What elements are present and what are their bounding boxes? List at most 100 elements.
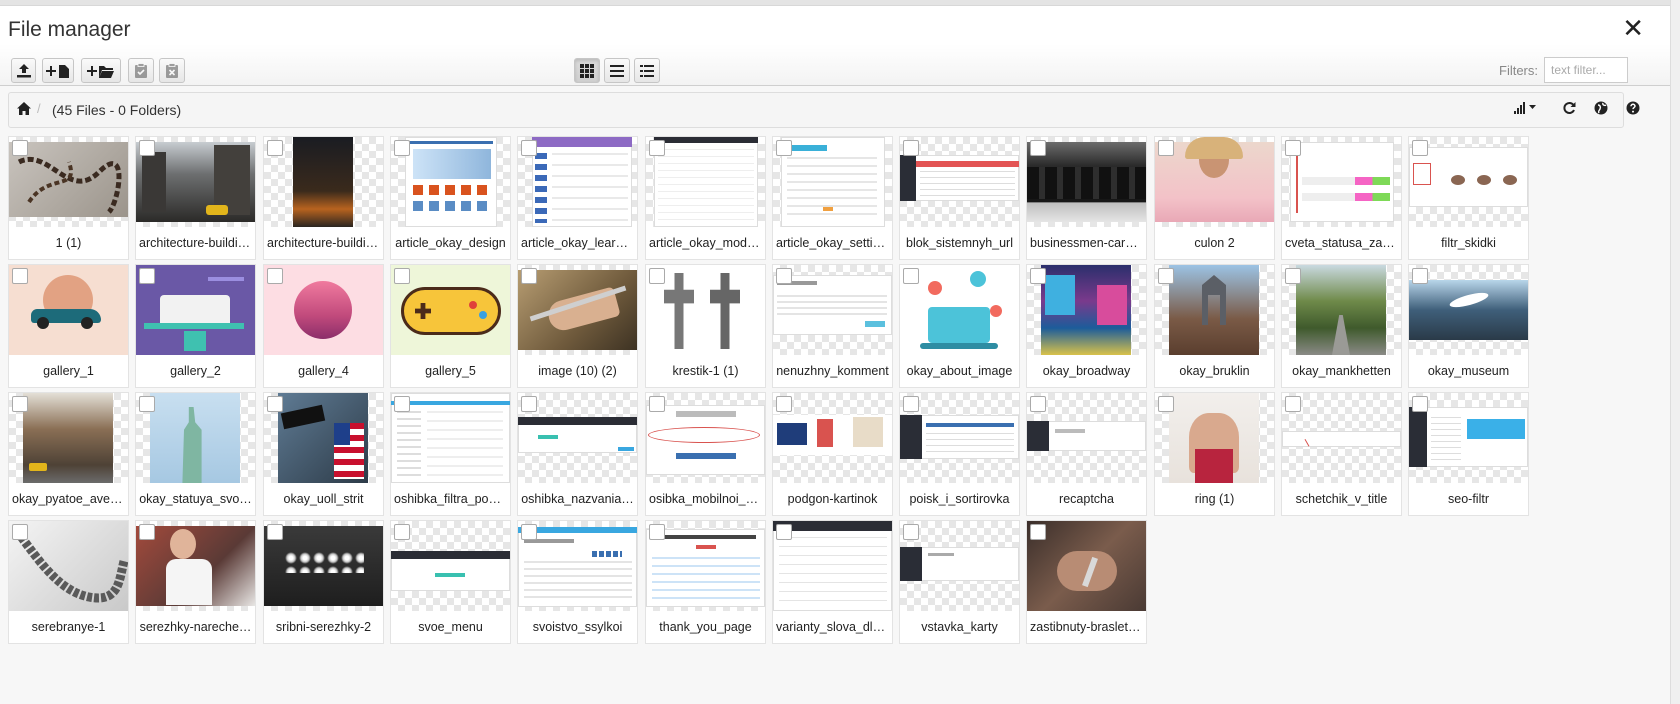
select-checkbox[interactable] — [267, 396, 283, 412]
file-item[interactable]: ring (1) — [1154, 392, 1275, 516]
file-item[interactable]: okay_bruklin — [1154, 264, 1275, 388]
file-item[interactable]: oshibka_filtra_po_… — [390, 392, 511, 516]
select-checkbox[interactable] — [394, 268, 410, 284]
select-checkbox[interactable] — [521, 396, 537, 412]
file-item[interactable]: culon 2 — [1154, 136, 1275, 260]
file-item[interactable]: okay_broadway — [1026, 264, 1147, 388]
scrollbar[interactable] — [1670, 0, 1680, 704]
file-item[interactable]: sribni-serezhky-2 — [263, 520, 384, 644]
file-item[interactable]: okay_mankhetten — [1281, 264, 1402, 388]
file-item[interactable]: vstavka_karty — [899, 520, 1020, 644]
file-item[interactable]: krestik-1 (1) — [645, 264, 766, 388]
select-checkbox[interactable] — [776, 524, 792, 540]
file-item[interactable]: cveta_statusa_zak… — [1281, 136, 1402, 260]
columns-view-button[interactable] — [634, 58, 660, 83]
select-checkbox[interactable] — [1285, 396, 1301, 412]
select-checkbox[interactable] — [12, 524, 28, 540]
file-item[interactable]: okay_statuya_svo… — [135, 392, 256, 516]
file-item[interactable]: podgon-kartinok — [772, 392, 893, 516]
file-item[interactable]: osibka_mobilnoi_k… — [645, 392, 766, 516]
select-checkbox[interactable] — [12, 140, 28, 156]
file-item[interactable]: gallery_5 — [390, 264, 511, 388]
upload-button[interactable] — [11, 58, 36, 83]
select-checkbox[interactable] — [394, 140, 410, 156]
new-file-button[interactable] — [42, 58, 74, 83]
filter-input[interactable] — [1544, 57, 1628, 83]
select-checkbox[interactable] — [1412, 268, 1428, 284]
select-checkbox[interactable] — [12, 268, 28, 284]
file-item[interactable]: serebranye-1 — [8, 520, 129, 644]
select-checkbox[interactable] — [1285, 268, 1301, 284]
select-checkbox[interactable] — [521, 524, 537, 540]
select-checkbox[interactable] — [649, 268, 665, 284]
file-item[interactable]: okay_pyatoe_avenyu — [8, 392, 129, 516]
select-checkbox[interactable] — [1030, 140, 1046, 156]
file-item[interactable]: 1 (1) — [8, 136, 129, 260]
file-item[interactable]: zastibnuty-braslet-… — [1026, 520, 1147, 644]
select-checkbox[interactable] — [903, 268, 919, 284]
file-item[interactable]: image (10) (2) — [517, 264, 638, 388]
file-item[interactable]: svoe_menu — [390, 520, 511, 644]
clear-clipboard-button[interactable] — [159, 58, 185, 83]
file-item[interactable]: gallery_4 — [263, 264, 384, 388]
file-item[interactable]: okay_about_image — [899, 264, 1020, 388]
select-checkbox[interactable] — [903, 140, 919, 156]
select-checkbox[interactable] — [267, 268, 283, 284]
sort-button[interactable] — [1514, 101, 1538, 120]
select-checkbox[interactable] — [776, 140, 792, 156]
refresh-button[interactable] — [1562, 101, 1576, 120]
file-item[interactable]: nenuzhny_komment — [772, 264, 893, 388]
select-checkbox[interactable] — [903, 524, 919, 540]
select-checkbox[interactable] — [1285, 140, 1301, 156]
file-item[interactable]: filtr_skidki — [1408, 136, 1529, 260]
file-item[interactable]: article_okay_learni… — [517, 136, 638, 260]
file-item[interactable]: architecture-buildin… — [135, 136, 256, 260]
select-checkbox[interactable] — [12, 396, 28, 412]
select-checkbox[interactable] — [139, 140, 155, 156]
file-item[interactable]: architecture-buildin… — [263, 136, 384, 260]
select-checkbox[interactable] — [139, 268, 155, 284]
select-checkbox[interactable] — [139, 524, 155, 540]
file-item[interactable]: businessmen-care… — [1026, 136, 1147, 260]
file-item[interactable]: poisk_i_sortirovka — [899, 392, 1020, 516]
select-checkbox[interactable] — [776, 396, 792, 412]
select-checkbox[interactable] — [1412, 140, 1428, 156]
select-checkbox[interactable] — [521, 268, 537, 284]
select-checkbox[interactable] — [267, 140, 283, 156]
file-item[interactable]: article_okay_module — [645, 136, 766, 260]
file-item[interactable]: okay_uoll_strit — [263, 392, 384, 516]
file-item[interactable]: article_okay_design — [390, 136, 511, 260]
file-item[interactable]: gallery_1 — [8, 264, 129, 388]
select-checkbox[interactable] — [1158, 268, 1174, 284]
select-checkbox[interactable] — [649, 140, 665, 156]
select-checkbox[interactable] — [1412, 396, 1428, 412]
language-button[interactable] — [1594, 101, 1608, 120]
select-checkbox[interactable] — [394, 396, 410, 412]
file-item[interactable]: serezhky-nareche… — [135, 520, 256, 644]
file-item[interactable]: seo-filtr — [1408, 392, 1529, 516]
file-item[interactable]: article_okay_settings — [772, 136, 893, 260]
select-checkbox[interactable] — [1158, 396, 1174, 412]
select-checkbox[interactable] — [1030, 524, 1046, 540]
select-checkbox[interactable] — [903, 396, 919, 412]
file-item[interactable]: schetchik_v_title — [1281, 392, 1402, 516]
select-checkbox[interactable] — [267, 524, 283, 540]
file-item[interactable]: recaptcha — [1026, 392, 1147, 516]
select-checkbox[interactable] — [776, 268, 792, 284]
home-icon[interactable] — [17, 102, 31, 120]
file-item[interactable]: okay_museum — [1408, 264, 1529, 388]
select-checkbox[interactable] — [394, 524, 410, 540]
select-checkbox[interactable] — [1030, 396, 1046, 412]
file-item[interactable]: varianty_slova_dly… — [772, 520, 893, 644]
select-checkbox[interactable] — [649, 524, 665, 540]
file-item[interactable]: gallery_2 — [135, 264, 256, 388]
select-checkbox[interactable] — [521, 140, 537, 156]
select-checkbox[interactable] — [139, 396, 155, 412]
grid-view-button[interactable] — [574, 58, 600, 83]
new-folder-button[interactable] — [81, 58, 121, 83]
list-view-button[interactable] — [604, 58, 630, 83]
select-checkbox[interactable] — [649, 396, 665, 412]
file-item[interactable]: svoistvo_ssylkoi — [517, 520, 638, 644]
help-button[interactable] — [1626, 101, 1640, 120]
file-item[interactable]: blok_sistemnyh_url — [899, 136, 1020, 260]
